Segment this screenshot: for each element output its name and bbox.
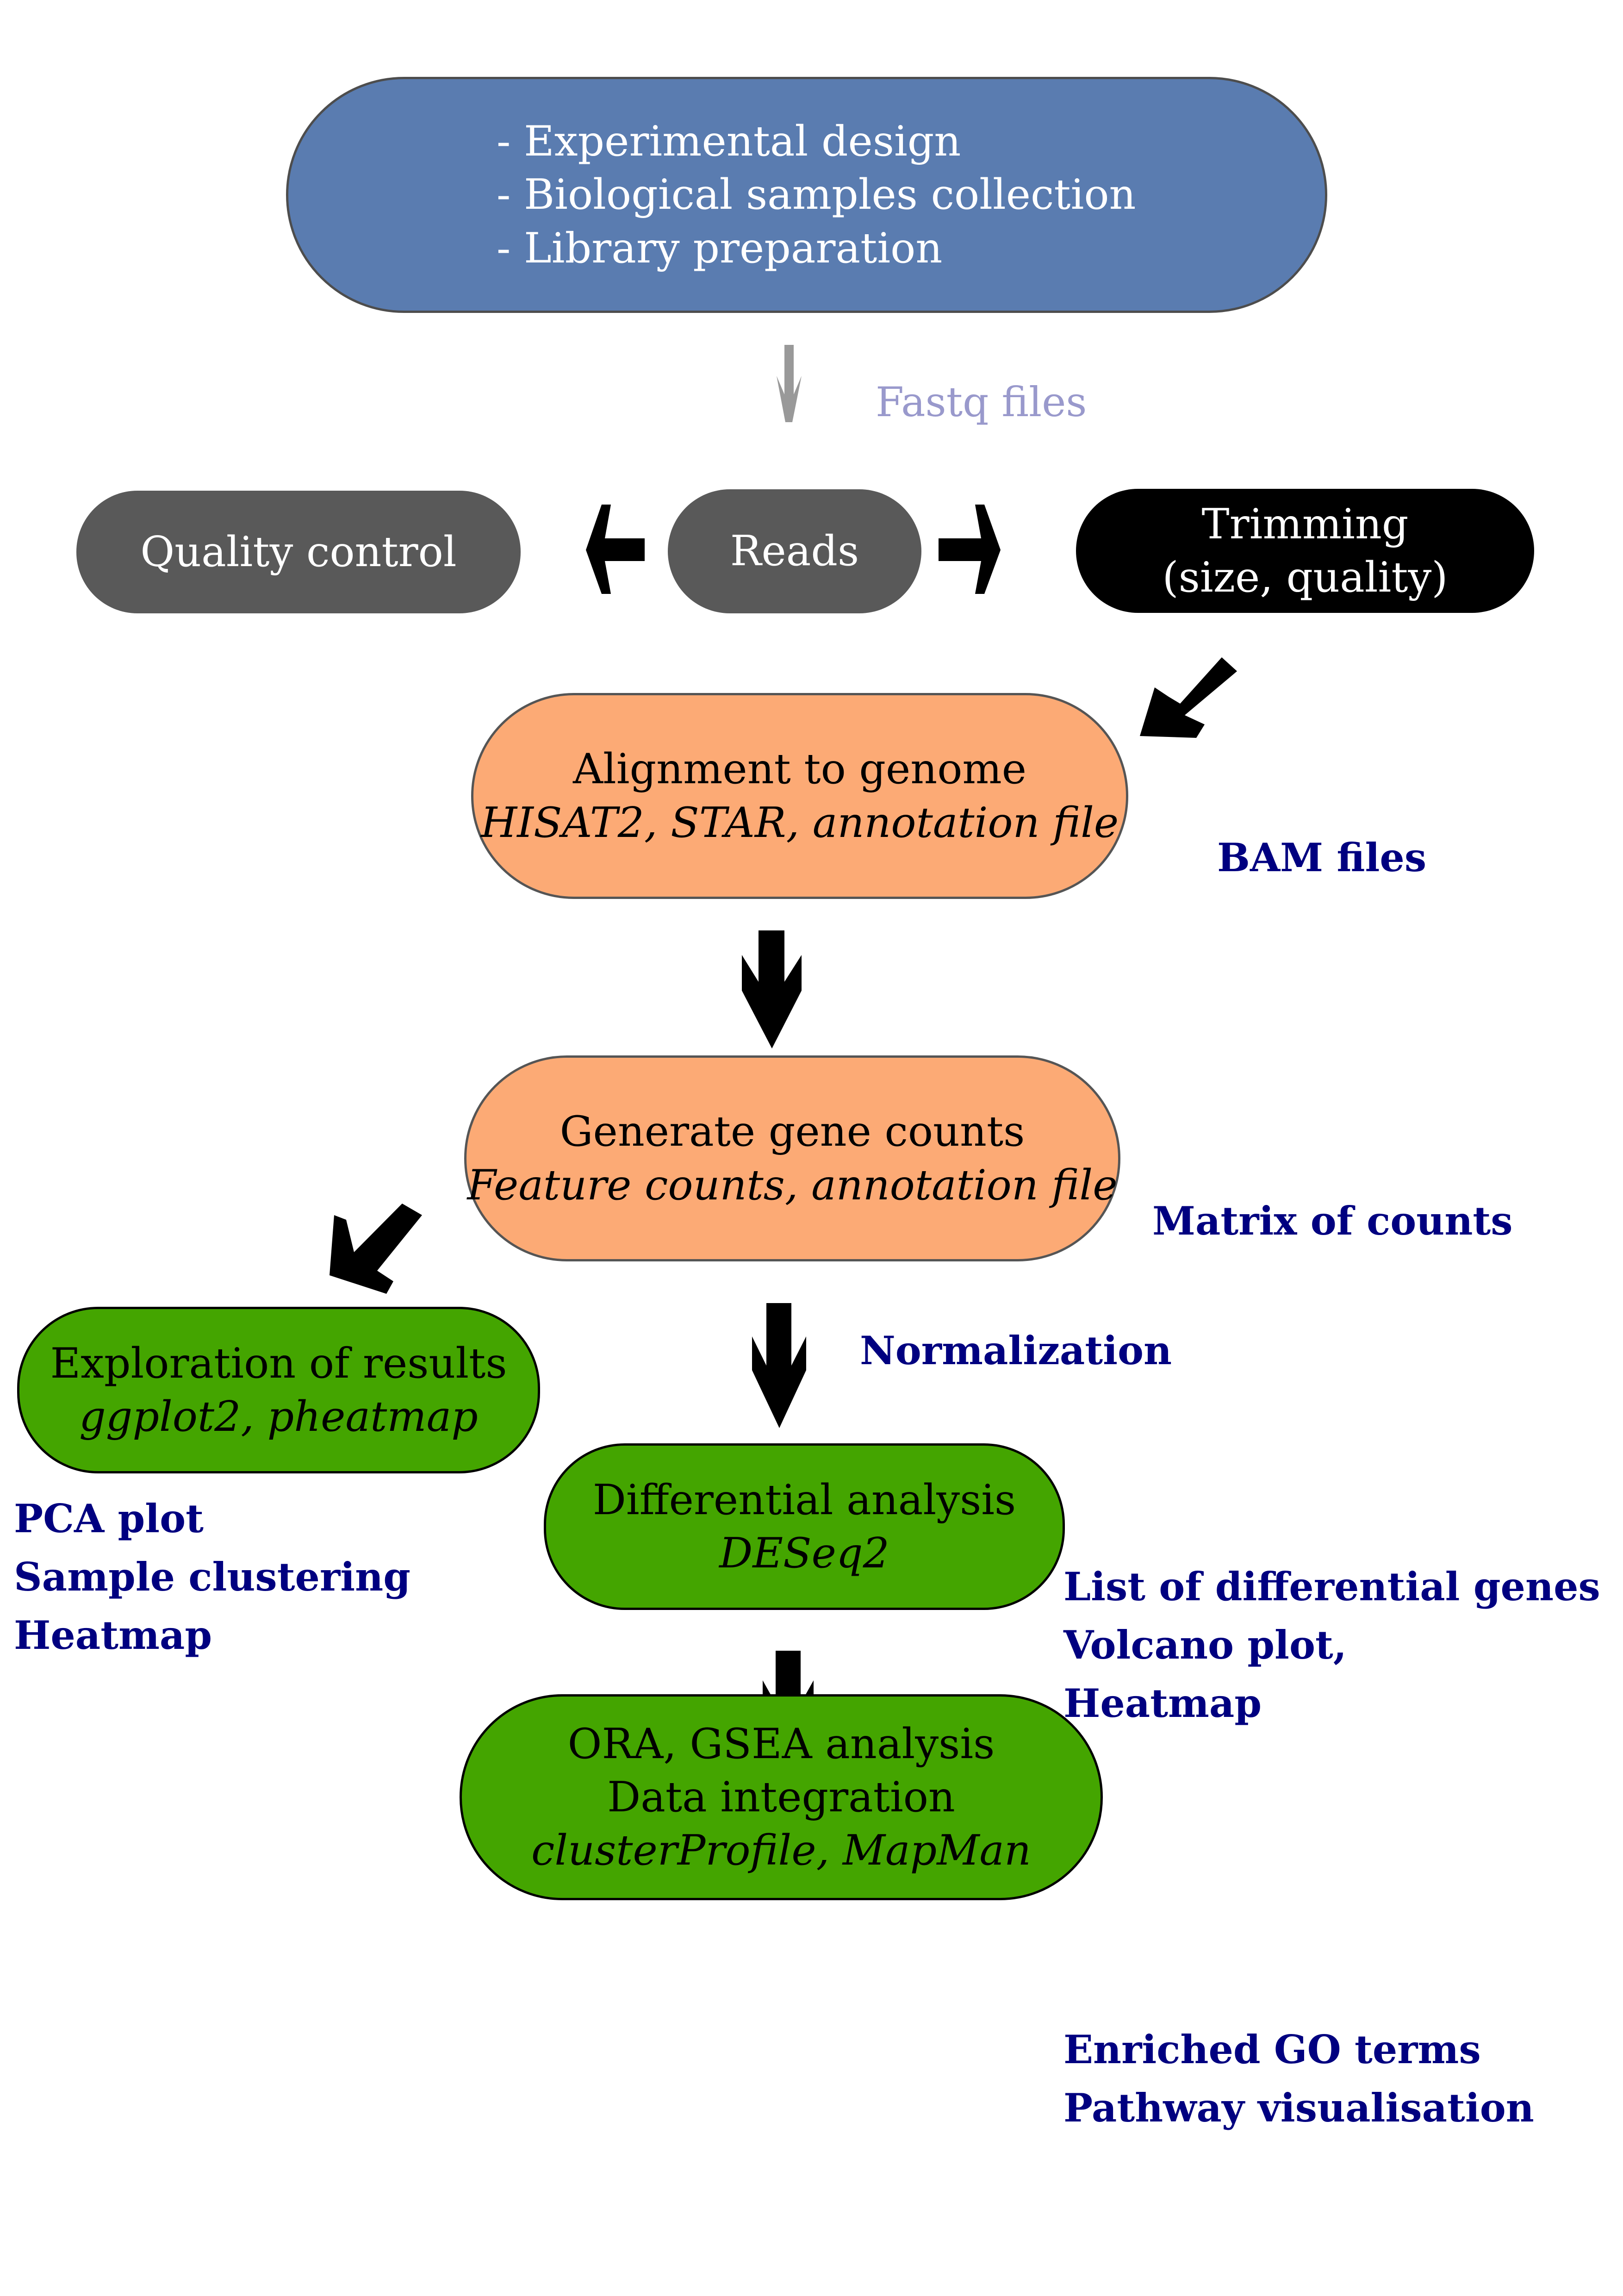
alignment-tools: HISAT2, STAR, annotation file: [480, 798, 1119, 847]
gene-counts-title: Generate gene counts: [560, 1107, 1025, 1156]
gene-counts-tools: Feature counts, annotation file: [467, 1160, 1118, 1210]
quality-control-label: Quality control: [140, 527, 457, 576]
fastq-arrow: [777, 345, 802, 422]
trimming-line: Trimming: [1201, 499, 1409, 549]
reads-label: Reads: [730, 527, 859, 576]
differential-outputs: List of differential genes Volcano plot,…: [1063, 1558, 1600, 1733]
differential-tools: DESeq2: [719, 1529, 889, 1578]
exploration-tools: ggplot2, pheatmap: [79, 1392, 478, 1441]
output-item: Pathway visualisation: [1063, 2085, 1534, 2131]
arrow-to-trimming: [939, 505, 1001, 594]
output-item: Sample clustering: [14, 1554, 410, 1600]
output-item: Enriched GO terms: [1063, 2027, 1481, 2072]
arrow-to-exploration: [330, 1204, 422, 1294]
design-line: - Experimental design: [497, 117, 961, 166]
arrow-to-gene-counts: [742, 930, 802, 1048]
reads-box: Reads: [668, 489, 921, 613]
enrichment-line: Data integration: [607, 1772, 955, 1822]
output-item: Volcano plot,: [1063, 1622, 1347, 1668]
gene-counts-box: Generate gene counts Feature counts, ann…: [464, 1055, 1120, 1261]
enrichment-outputs: Enriched GO terms Pathway visualisation: [1063, 2021, 1534, 2137]
quality-control-box: Quality control: [76, 491, 521, 613]
design-line: - Library preparation: [497, 224, 943, 273]
arrow-to-alignment: [1140, 657, 1237, 738]
experimental-design-box: - Experimental design - Biological sampl…: [286, 77, 1327, 313]
enrichment-box: ORA, GSEA analysis Data integration clus…: [460, 1694, 1103, 1900]
differential-analysis-box: Differential analysis DESeq2: [544, 1443, 1065, 1610]
alignment-box: Alignment to genome HISAT2, STAR, annota…: [471, 693, 1128, 899]
trimming-box: Trimming (size, quality): [1076, 489, 1534, 613]
output-item: PCA plot: [14, 1496, 204, 1541]
exploration-title: Exploration of results: [50, 1339, 507, 1388]
enrichment-line: ORA, GSEA analysis: [567, 1719, 995, 1768]
differential-title: Differential analysis: [592, 1475, 1016, 1524]
enrichment-tools: clusterProfile, MapMan: [531, 1826, 1032, 1875]
output-item: List of differential genes: [1063, 1564, 1600, 1610]
normalization-label: Normalization: [860, 1328, 1172, 1373]
alignment-title: Alignment to genome: [572, 745, 1027, 794]
fastq-files-label: Fastq files: [876, 378, 1087, 426]
arrow-to-quality-control: [586, 505, 645, 594]
exploration-box: Exploration of results ggplot2, pheatmap: [17, 1307, 540, 1473]
bam-files-label: BAM files: [1217, 835, 1427, 880]
output-item: Heatmap: [1063, 1680, 1262, 1726]
exploration-outputs: PCA plot Sample clustering Heatmap: [14, 1490, 410, 1665]
design-line: - Biological samples collection: [497, 170, 1136, 219]
arrow-normalization: [752, 1303, 806, 1428]
matrix-of-counts-label: Matrix of counts: [1152, 1198, 1513, 1244]
trimming-line: (size, quality): [1162, 553, 1448, 602]
output-item: Heatmap: [14, 1612, 212, 1658]
